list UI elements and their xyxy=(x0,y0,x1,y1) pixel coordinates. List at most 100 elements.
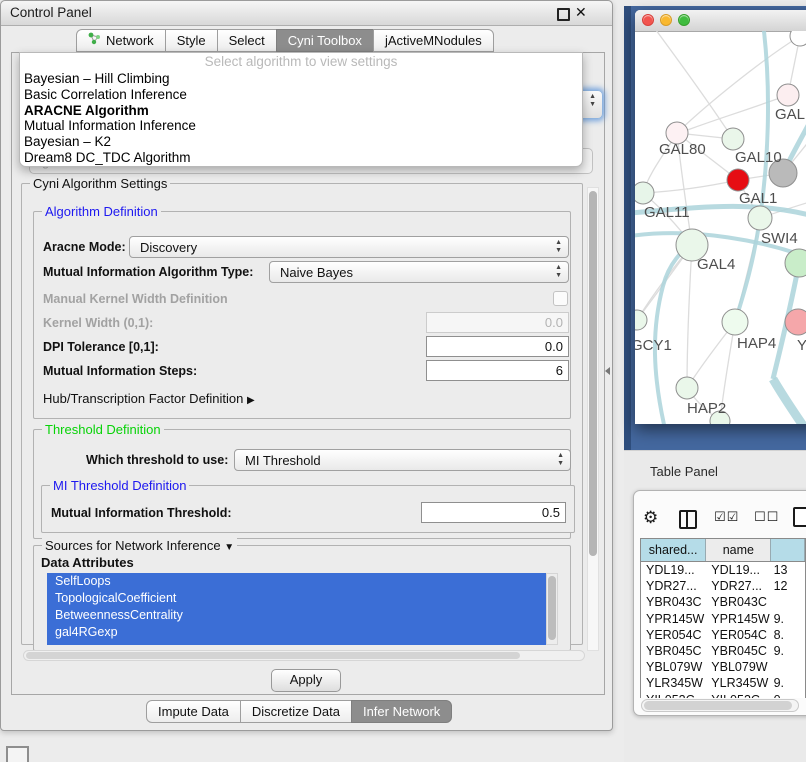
settings-horizontal-scrollbar[interactable] xyxy=(23,650,585,661)
table-row[interactable]: YLR345WYLR345W9. xyxy=(641,675,805,691)
algorithm-option[interactable]: Dream8 DC_TDC Algorithm xyxy=(20,150,582,166)
sources-title[interactable]: Sources for Network Inference ▼ xyxy=(42,538,237,553)
table-cell: 0 xyxy=(772,692,805,699)
node-label-gal1: GAL1 xyxy=(739,190,777,207)
column-header-name[interactable]: name xyxy=(706,539,771,561)
table-row[interactable]: YDR27...YDR27...12 xyxy=(641,578,805,594)
kernel-width-label: Kernel Width (0,1): xyxy=(43,316,153,330)
network-canvas[interactable]: GALGAL80GAL10GAL1GAL11SWI4GAL4GCY1HAP4YH… xyxy=(635,31,806,424)
table-row[interactable]: YBL079WYBL079W xyxy=(641,659,805,675)
attributes-scrollbar[interactable] xyxy=(546,573,558,645)
attribute-item[interactable]: gal4RGexp xyxy=(47,624,546,641)
network-node[interactable] xyxy=(790,31,806,46)
settings-vertical-scrollbar-thumb[interactable] xyxy=(589,191,597,556)
network-node-gal[interactable] xyxy=(777,84,799,106)
screen: Control Panel ✕ NetworkStyleSelectCyni T… xyxy=(0,0,806,762)
table-cell: YLR345W xyxy=(641,675,706,691)
tab-network[interactable]: Network xyxy=(76,29,166,52)
table-row[interactable]: YBR043CYBR043C xyxy=(641,594,805,610)
window-title: Control Panel xyxy=(10,5,92,20)
table-cell: YDR27... xyxy=(641,578,706,594)
table-row[interactable]: YER054CYER054C8. xyxy=(641,627,805,643)
top-tab-strip: NetworkStyleSelectCyni ToolboxjActiveMNo… xyxy=(76,29,494,52)
mi-type-combo[interactable]: Naive Bayes ▲▼ xyxy=(269,261,569,283)
network-node-swi4[interactable] xyxy=(748,206,772,230)
mi-steps-field[interactable]: 6 xyxy=(426,360,569,381)
table-cell: YBR045C xyxy=(641,643,706,659)
aracne-mode-combo[interactable]: Discovery ▲▼ xyxy=(129,236,569,258)
table-cell: 13 xyxy=(772,562,805,578)
table-horizontal-scrollbar[interactable] xyxy=(641,699,799,712)
kernel-width-field: 0.0 xyxy=(426,312,569,333)
tab-cyni-toolbox[interactable]: Cyni Toolbox xyxy=(276,29,374,52)
which-threshold-label: Which threshold to use: xyxy=(86,453,228,467)
float-window-icon[interactable] xyxy=(557,8,570,21)
network-node-hap2[interactable] xyxy=(676,377,698,399)
table-horizontal-scrollbar-thumb[interactable] xyxy=(644,701,792,710)
zoom-traffic-light[interactable] xyxy=(678,14,690,26)
table-row[interactable]: YPR145WYPR145W9. xyxy=(641,611,805,627)
mi-threshold-label: Mutual Information Threshold: xyxy=(51,506,232,520)
minimized-window-icon[interactable] xyxy=(6,746,29,762)
network-node-y[interactable] xyxy=(785,309,806,335)
tab-style[interactable]: Style xyxy=(165,29,218,52)
network-node-gal11[interactable] xyxy=(635,182,654,204)
table-row[interactable]: YBR045CYBR045C9. xyxy=(641,643,805,659)
minimize-traffic-light[interactable] xyxy=(660,14,672,26)
tab-infer-network[interactable]: Infer Network xyxy=(351,700,452,723)
node-label-hap4: HAP4 xyxy=(737,335,776,352)
close-icon[interactable]: ✕ xyxy=(575,4,587,21)
attribute-item[interactable]: BetweennessCentrality xyxy=(47,607,546,624)
tab-jactivemnodules[interactable]: jActiveMNodules xyxy=(373,29,494,52)
algorithm-option[interactable]: Mutual Information Inference xyxy=(20,118,582,134)
close-traffic-light[interactable] xyxy=(642,14,654,26)
apply-button[interactable]: Apply xyxy=(271,669,341,692)
deselect-all-columns-icon[interactable]: ☐☐ xyxy=(754,510,779,525)
panel-splitter-handle[interactable] xyxy=(605,367,610,375)
tab-select[interactable]: Select xyxy=(217,29,277,52)
column-header-extra[interactable] xyxy=(771,539,805,561)
network-node[interactable] xyxy=(785,249,806,277)
table-row[interactable]: YDL19...YDL19...13 xyxy=(641,562,805,578)
table-row[interactable]: YIL052CYIL052C0 xyxy=(641,692,805,699)
attributes-scrollbar-thumb[interactable] xyxy=(548,576,556,640)
table-cell: YLR345W xyxy=(706,675,771,691)
settings-vertical-scrollbar[interactable] xyxy=(587,187,599,651)
table-settings-gear-icon[interactable]: ⚙ xyxy=(643,508,658,528)
algorithm-option[interactable]: ARACNE Algorithm xyxy=(20,103,582,119)
network-node-hap4[interactable] xyxy=(722,309,748,335)
tab-impute-data[interactable]: Impute Data xyxy=(146,700,241,723)
network-node-gal10[interactable] xyxy=(722,128,744,150)
table-cell: YIL052C xyxy=(706,692,771,699)
table-cell: YDR27... xyxy=(706,578,771,594)
dpi-tolerance-field[interactable]: 0.0 xyxy=(426,336,569,357)
export-table-icon[interactable] xyxy=(793,507,806,527)
manual-kernel-checkbox[interactable] xyxy=(553,291,568,306)
show-columns-icon[interactable] xyxy=(679,510,697,529)
network-node-gcy1[interactable] xyxy=(635,310,647,330)
attribute-item[interactable]: SelfLoops xyxy=(47,573,546,590)
hub-section-toggle[interactable]: Hub/Transcription Factor Definition ▶ xyxy=(43,391,255,406)
bottom-tab-strip: Impute DataDiscretize DataInfer Network xyxy=(146,700,452,723)
settings-horizontal-scrollbar-thumb[interactable] xyxy=(26,652,520,659)
select-all-columns-icon[interactable]: ☑☑ xyxy=(714,510,739,525)
network-node-gal1[interactable] xyxy=(727,169,749,191)
column-header-shared[interactable]: shared... xyxy=(641,539,706,561)
table-cell: 9. xyxy=(772,611,805,627)
table-cell: YBL079W xyxy=(641,659,706,675)
tab-discretize-data[interactable]: Discretize Data xyxy=(240,700,352,723)
aracne-mode-label: Aracne Mode: xyxy=(43,240,126,254)
dropdown-prompt: Select algorithm to view settings xyxy=(20,53,582,71)
which-threshold-combo[interactable]: MI Threshold ▲▼ xyxy=(234,449,571,471)
table-header-row: shared...name xyxy=(641,539,805,562)
algorithm-option[interactable]: Bayesian – Hill Climbing xyxy=(20,71,582,87)
node-label-gal: GAL xyxy=(775,106,805,123)
mi-threshold-field[interactable]: 0.5 xyxy=(421,502,566,523)
node-label-y: Y xyxy=(797,337,806,354)
attribute-item[interactable]: TopologicalCoefficient xyxy=(47,590,546,607)
algorithm-option[interactable]: Bayesian – K2 xyxy=(20,134,582,150)
table-cell: YIL052C xyxy=(641,692,706,699)
table-cell: YBR043C xyxy=(706,594,771,610)
algorithm-option[interactable]: Basic Correlation Inference xyxy=(20,87,582,103)
dpi-tolerance-label: DPI Tolerance [0,1]: xyxy=(43,340,159,354)
